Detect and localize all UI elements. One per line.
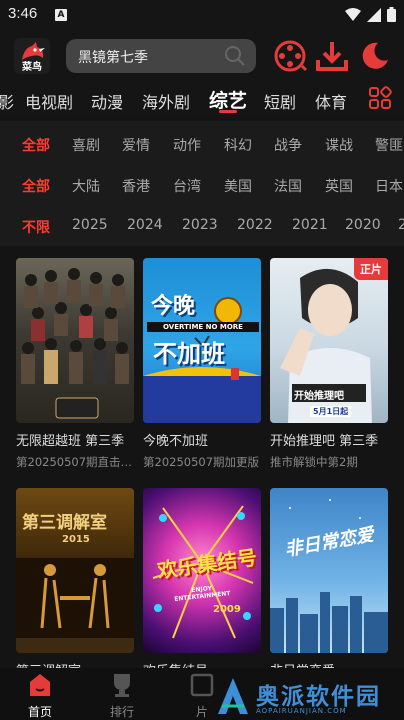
status-bar: 3:46 A [0,0,404,30]
category-tabs: 影 电视剧 动漫 海外剧 综艺 短剧 体育 [0,82,404,116]
content-badge: 正片 [354,258,388,280]
filter-chip[interactable]: 科幻 [224,135,252,155]
poster-image[interactable]: 开始推理吧 5月1日起 正片 [270,258,388,423]
poster-image[interactable]: 非日常恋爱 [270,488,388,653]
filter-chip[interactable]: 2 [398,217,404,233]
poster-title-3: 不加班 [153,340,225,368]
cityscape-art [270,499,388,653]
filter-chip[interactable]: 日本 [375,176,403,196]
wifi-icon [345,7,361,21]
tab-active-indicator [219,110,237,113]
filter-chip[interactable]: 大陆 [72,176,100,196]
app-logo[interactable]: 菜鸟 [14,38,50,74]
filter-chip[interactable]: 英国 [325,176,353,196]
filter-chip[interactable]: 法国 [274,176,302,196]
poster-image[interactable]: 今晚 OVERTIME NO MORE 不加班 [143,258,261,423]
logo-label: 菜鸟 [22,62,42,73]
tab-sports[interactable]: 体育 [315,89,347,113]
card-title: 今晚不加班 [143,434,209,449]
filter-chip[interactable]: 喜剧 [72,135,100,155]
status-time: 3:46 [8,5,38,22]
poster-image[interactable]: 欢乐集结号 ENJOY ENTERTAINMENT 2009 [143,488,261,653]
poster-title-1: 今晚 [151,294,196,319]
filter-chip[interactable]: 战争 [274,135,302,155]
filter-chip[interactable]: 全部 [22,176,50,196]
poster-title-3: 2009 [213,604,241,615]
filter-chip[interactable]: 美国 [224,176,252,196]
search-input[interactable]: 黑镜第七季 [66,39,256,73]
notification-icon: A [55,9,67,21]
search-icon[interactable] [224,45,246,67]
poster-image[interactable] [16,258,134,423]
card-subtitle: 推市解锁中第2期 [270,455,358,469]
tab-movie[interactable]: 影 [0,89,14,113]
filter-chip[interactable]: 2022 [237,217,273,233]
download-icon[interactable] [314,38,350,74]
poster-title-1: 开始推理吧 [294,391,344,402]
tab-tv[interactable]: 电视剧 [25,89,73,113]
filter-chip[interactable]: 警匪 [375,135,403,155]
battery-icon [387,7,396,22]
moon-icon[interactable] [356,38,392,74]
filter-chip[interactable]: 2023 [182,217,218,233]
tab-short[interactable]: 短剧 [264,89,296,113]
category-grid-icon[interactable] [368,86,392,110]
filter-chip[interactable]: 爱情 [122,135,150,155]
filter-genre-row: 全部 喜剧 爱情 动作 科幻 战争 谍战 警匪 [0,129,404,159]
watermark-url: AOPAIRUANJIAN.COM [256,707,347,715]
home-icon [30,674,50,696]
tab-overseas[interactable]: 海外剧 [142,89,190,113]
tab-anime[interactable]: 动漫 [91,89,123,113]
poster-title-2: 5月1日起 [310,406,352,417]
card-title: 开始推理吧 第三季 [270,434,379,449]
poster-title-2: 2015 [62,534,90,545]
card-subtitle: 第20250507期直击… [16,455,133,469]
poster-title-1: 第三调解室 [22,513,107,533]
card-title: 无限超越班 第三季 [16,434,125,449]
filter-chip[interactable]: 不限 [22,217,50,237]
filter-region-row: 全部 大陆 香港 台湾 美国 法国 英国 日本 [0,170,404,200]
poster-title-2: OVERTIME NO MORE [147,322,259,332]
filter-panel: 全部 喜剧 爱情 动作 科幻 战争 谍战 警匪 全部 大陆 香港 台湾 美国 法… [0,121,404,246]
filter-chip[interactable]: 谍战 [325,135,353,155]
tab-variety[interactable]: 综艺 [209,86,247,113]
film-reel-icon[interactable] [272,38,308,74]
filter-chip[interactable]: 2020 [345,217,381,233]
search-value: 黑镜第七季 [78,50,148,66]
filter-year-row: 不限 2025 2024 2023 2022 2021 2020 2 [0,211,404,241]
watermark-logo-icon [218,678,248,714]
cast-photo-art [21,268,129,419]
filter-chip[interactable]: 2025 [72,217,108,233]
filter-chip[interactable]: 全部 [22,135,50,155]
filter-chip[interactable]: 2021 [292,217,328,233]
nav-label: 首页 [27,705,52,719]
filter-chip[interactable]: 动作 [173,135,201,155]
app-header: 菜鸟 黑镜第七季 [0,30,404,82]
filter-chip[interactable]: 台湾 [173,176,201,196]
watermark: 奥派软件园 AOPAIRUANJIAN.COM [214,676,390,718]
card-subtitle: 第20250507期加更版 [143,455,260,469]
poster-image[interactable]: 第三调解室 2015 [16,488,134,653]
filter-chip[interactable]: 香港 [122,176,150,196]
filter-chip[interactable]: 2024 [127,217,163,233]
status-icons [345,7,396,22]
trophy-icon [114,674,130,697]
watermark-text: 奥派软件园 [256,684,381,710]
signal-icon [367,7,381,22]
nav-label: 排行 [109,705,134,719]
